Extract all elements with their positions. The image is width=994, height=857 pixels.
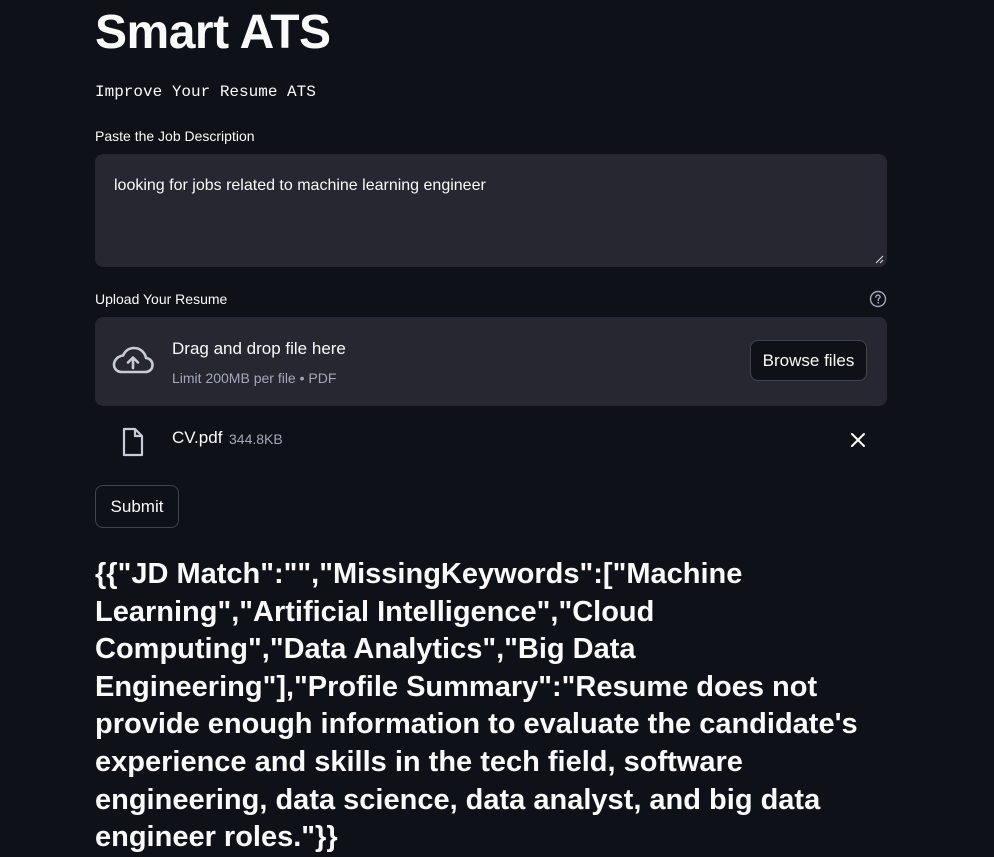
dropzone-title: Drag and drop file here [172, 339, 346, 358]
resize-handle-icon[interactable] [874, 254, 884, 264]
job-description-label: Paste the Job Description [95, 128, 255, 144]
uploaded-file-name: CV.pdf [172, 428, 223, 447]
uploaded-file-size: 344.8KB [229, 431, 283, 447]
browse-files-button[interactable]: Browse files [750, 340, 867, 381]
dropzone-hint: Limit 200MB per file • PDF [172, 370, 337, 386]
submit-button[interactable]: Submit [95, 485, 179, 528]
file-dropzone[interactable]: Drag and drop file here Limit 200MB per … [95, 317, 887, 406]
cloud-upload-icon [112, 346, 154, 374]
page-subtitle: Improve Your Resume ATS [95, 83, 316, 101]
job-description-value: looking for jobs related to machine lear… [114, 177, 486, 194]
file-icon [122, 427, 144, 457]
ats-result-output: {{"JD Match":"","MissingKeywords":["Mach… [95, 558, 858, 854]
uploaded-file-item: CV.pdf 344.8KB [95, 420, 887, 460]
upload-resume-label: Upload Your Resume [95, 291, 228, 307]
question-circle-icon[interactable] [869, 290, 887, 308]
job-description-textarea[interactable]: looking for jobs related to machine lear… [95, 154, 887, 267]
page-title: Smart ATS [95, 6, 331, 59]
close-icon[interactable] [850, 432, 866, 448]
